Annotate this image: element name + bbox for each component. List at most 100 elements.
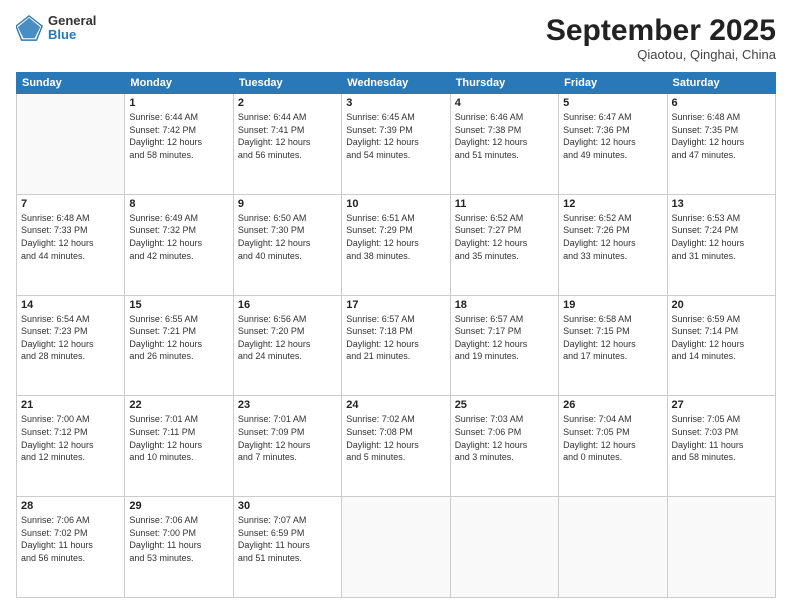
day-number: 2: [238, 97, 337, 109]
day-info: Sunrise: 7:06 AM Sunset: 7:00 PM Dayligh…: [129, 514, 228, 564]
day-info: Sunrise: 7:01 AM Sunset: 7:09 PM Dayligh…: [238, 413, 337, 463]
day-info: Sunrise: 6:52 AM Sunset: 7:26 PM Dayligh…: [563, 212, 662, 262]
calendar-week-row: 21 Sunrise: 7:00 AM Sunset: 7:12 PM Dayli…: [17, 396, 776, 497]
day-number: 19: [563, 299, 662, 311]
day-info: Sunrise: 6:49 AM Sunset: 7:32 PM Dayligh…: [129, 212, 228, 262]
day-number: 5: [563, 97, 662, 109]
logo-blue-text: Blue: [48, 28, 96, 42]
day-number: 9: [238, 198, 337, 210]
day-info: Sunrise: 6:44 AM Sunset: 7:41 PM Dayligh…: [238, 111, 337, 161]
day-info: Sunrise: 6:50 AM Sunset: 7:30 PM Dayligh…: [238, 212, 337, 262]
day-info: Sunrise: 6:44 AM Sunset: 7:42 PM Dayligh…: [129, 111, 228, 161]
day-number: 15: [129, 299, 228, 311]
header: General Blue September 2025 Qiaotou, Qin…: [16, 14, 776, 62]
day-info: Sunrise: 6:58 AM Sunset: 7:15 PM Dayligh…: [563, 313, 662, 363]
table-row: 16Sunrise: 6:56 AM Sunset: 7:20 PM Dayli…: [233, 295, 341, 396]
title-block: September 2025 Qiaotou, Qinghai, China: [546, 14, 776, 62]
day-info: Sunrise: 7:06 AM Sunset: 7:02 PM Dayligh…: [21, 514, 120, 564]
calendar-week-row: 1 Sunrise: 6:44 AM Sunset: 7:42 PM Daylig…: [17, 94, 776, 195]
day-info: Sunrise: 6:53 AM Sunset: 7:24 PM Dayligh…: [672, 212, 771, 262]
day-info: Sunrise: 7:03 AM Sunset: 7:06 PM Dayligh…: [455, 413, 554, 463]
table-row: 5 Sunrise: 6:47 AM Sunset: 7:36 PM Daylig…: [559, 94, 667, 195]
col-sunday: Sunday: [17, 73, 125, 94]
day-info: Sunrise: 6:48 AM Sunset: 7:33 PM Dayligh…: [21, 212, 120, 262]
calendar-week-row: 14 Sunrise: 6:54 AM Sunset: 7:23 PM Dayli…: [17, 295, 776, 396]
day-number: 24: [346, 399, 445, 411]
table-row: 13 Sunrise: 6:53 AM Sunset: 7:24 PM Dayli…: [667, 194, 775, 295]
day-number: 26: [563, 399, 662, 411]
table-row: 12 Sunrise: 6:52 AM Sunset: 7:26 PM Dayli…: [559, 194, 667, 295]
table-row: 23Sunrise: 7:01 AM Sunset: 7:09 PM Dayli…: [233, 396, 341, 497]
table-row: 2 Sunrise: 6:44 AM Sunset: 7:41 PM Daylig…: [233, 94, 341, 195]
day-number: 13: [672, 198, 771, 210]
col-wednesday: Wednesday: [342, 73, 450, 94]
table-row: 25 Sunrise: 7:03 AM Sunset: 7:06 PM Dayli…: [450, 396, 558, 497]
location-subtitle: Qiaotou, Qinghai, China: [546, 47, 776, 62]
day-number: 7: [21, 198, 120, 210]
col-monday: Monday: [125, 73, 233, 94]
day-number: 25: [455, 399, 554, 411]
day-info: Sunrise: 7:00 AM Sunset: 7:12 PM Dayligh…: [21, 413, 120, 463]
day-info: Sunrise: 6:45 AM Sunset: 7:39 PM Dayligh…: [346, 111, 445, 161]
col-thursday: Thursday: [450, 73, 558, 94]
day-number: 4: [455, 97, 554, 109]
table-row: 28 Sunrise: 7:06 AM Sunset: 7:02 PM Dayli…: [17, 497, 125, 598]
table-row: 11 Sunrise: 6:52 AM Sunset: 7:27 PM Dayli…: [450, 194, 558, 295]
day-number: 16: [238, 299, 337, 311]
day-info: Sunrise: 6:54 AM Sunset: 7:23 PM Dayligh…: [21, 313, 120, 363]
day-info: Sunrise: 7:01 AM Sunset: 7:11 PM Dayligh…: [129, 413, 228, 463]
day-info: Sunrise: 6:59 AM Sunset: 7:14 PM Dayligh…: [672, 313, 771, 363]
table-row: 24 Sunrise: 7:02 AM Sunset: 7:08 PM Dayli…: [342, 396, 450, 497]
table-row: 14 Sunrise: 6:54 AM Sunset: 7:23 PM Dayli…: [17, 295, 125, 396]
day-info: Sunrise: 7:04 AM Sunset: 7:05 PM Dayligh…: [563, 413, 662, 463]
table-row: 20 Sunrise: 6:59 AM Sunset: 7:14 PM Dayli…: [667, 295, 775, 396]
calendar-header-row: Sunday Monday Tuesday Wednesday Thursday…: [17, 73, 776, 94]
col-friday: Friday: [559, 73, 667, 94]
table-row: 22Sunrise: 7:01 AM Sunset: 7:11 PM Dayli…: [125, 396, 233, 497]
logo: General Blue: [16, 14, 96, 43]
table-row: 3 Sunrise: 6:45 AM Sunset: 7:39 PM Daylig…: [342, 94, 450, 195]
table-row: [17, 94, 125, 195]
calendar-week-row: 7 Sunrise: 6:48 AM Sunset: 7:33 PM Daylig…: [17, 194, 776, 295]
table-row: [450, 497, 558, 598]
day-number: 29: [129, 500, 228, 512]
day-number: 11: [455, 198, 554, 210]
table-row: 26 Sunrise: 7:04 AM Sunset: 7:05 PM Dayli…: [559, 396, 667, 497]
day-info: Sunrise: 6:55 AM Sunset: 7:21 PM Dayligh…: [129, 313, 228, 363]
day-info: Sunrise: 7:07 AM Sunset: 6:59 PM Dayligh…: [238, 514, 337, 564]
table-row: 15 Sunrise: 6:55 AM Sunset: 7:21 PM Dayli…: [125, 295, 233, 396]
day-number: 20: [672, 299, 771, 311]
day-number: 30: [238, 500, 337, 512]
day-number: 14: [21, 299, 120, 311]
table-row: [342, 497, 450, 598]
page: General Blue September 2025 Qiaotou, Qin…: [0, 0, 792, 612]
day-info: Sunrise: 7:02 AM Sunset: 7:08 PM Dayligh…: [346, 413, 445, 463]
day-number: 21: [21, 399, 120, 411]
day-info: Sunrise: 6:46 AM Sunset: 7:38 PM Dayligh…: [455, 111, 554, 161]
table-row: 1 Sunrise: 6:44 AM Sunset: 7:42 PM Daylig…: [125, 94, 233, 195]
table-row: [667, 497, 775, 598]
day-info: Sunrise: 6:51 AM Sunset: 7:29 PM Dayligh…: [346, 212, 445, 262]
day-info: Sunrise: 6:52 AM Sunset: 7:27 PM Dayligh…: [455, 212, 554, 262]
day-number: 6: [672, 97, 771, 109]
month-title: September 2025: [546, 14, 776, 47]
table-row: 27 Sunrise: 7:05 AM Sunset: 7:03 PM Dayli…: [667, 396, 775, 497]
col-tuesday: Tuesday: [233, 73, 341, 94]
calendar-table: Sunday Monday Tuesday Wednesday Thursday…: [16, 72, 776, 598]
day-info: Sunrise: 7:05 AM Sunset: 7:03 PM Dayligh…: [672, 413, 771, 463]
day-number: 12: [563, 198, 662, 210]
day-number: 28: [21, 500, 120, 512]
calendar-week-row: 28 Sunrise: 7:06 AM Sunset: 7:02 PM Dayli…: [17, 497, 776, 598]
day-info: Sunrise: 6:47 AM Sunset: 7:36 PM Dayligh…: [563, 111, 662, 161]
table-row: [559, 497, 667, 598]
day-number: 3: [346, 97, 445, 109]
day-number: 1: [129, 97, 228, 109]
logo-text: General Blue: [48, 14, 96, 43]
table-row: 7 Sunrise: 6:48 AM Sunset: 7:33 PM Daylig…: [17, 194, 125, 295]
table-row: 19 Sunrise: 6:58 AM Sunset: 7:15 PM Dayli…: [559, 295, 667, 396]
table-row: 8Sunrise: 6:49 AM Sunset: 7:32 PM Daylig…: [125, 194, 233, 295]
day-number: 27: [672, 399, 771, 411]
logo-general-text: General: [48, 14, 96, 28]
day-info: Sunrise: 6:57 AM Sunset: 7:17 PM Dayligh…: [455, 313, 554, 363]
table-row: 29 Sunrise: 7:06 AM Sunset: 7:00 PM Dayli…: [125, 497, 233, 598]
